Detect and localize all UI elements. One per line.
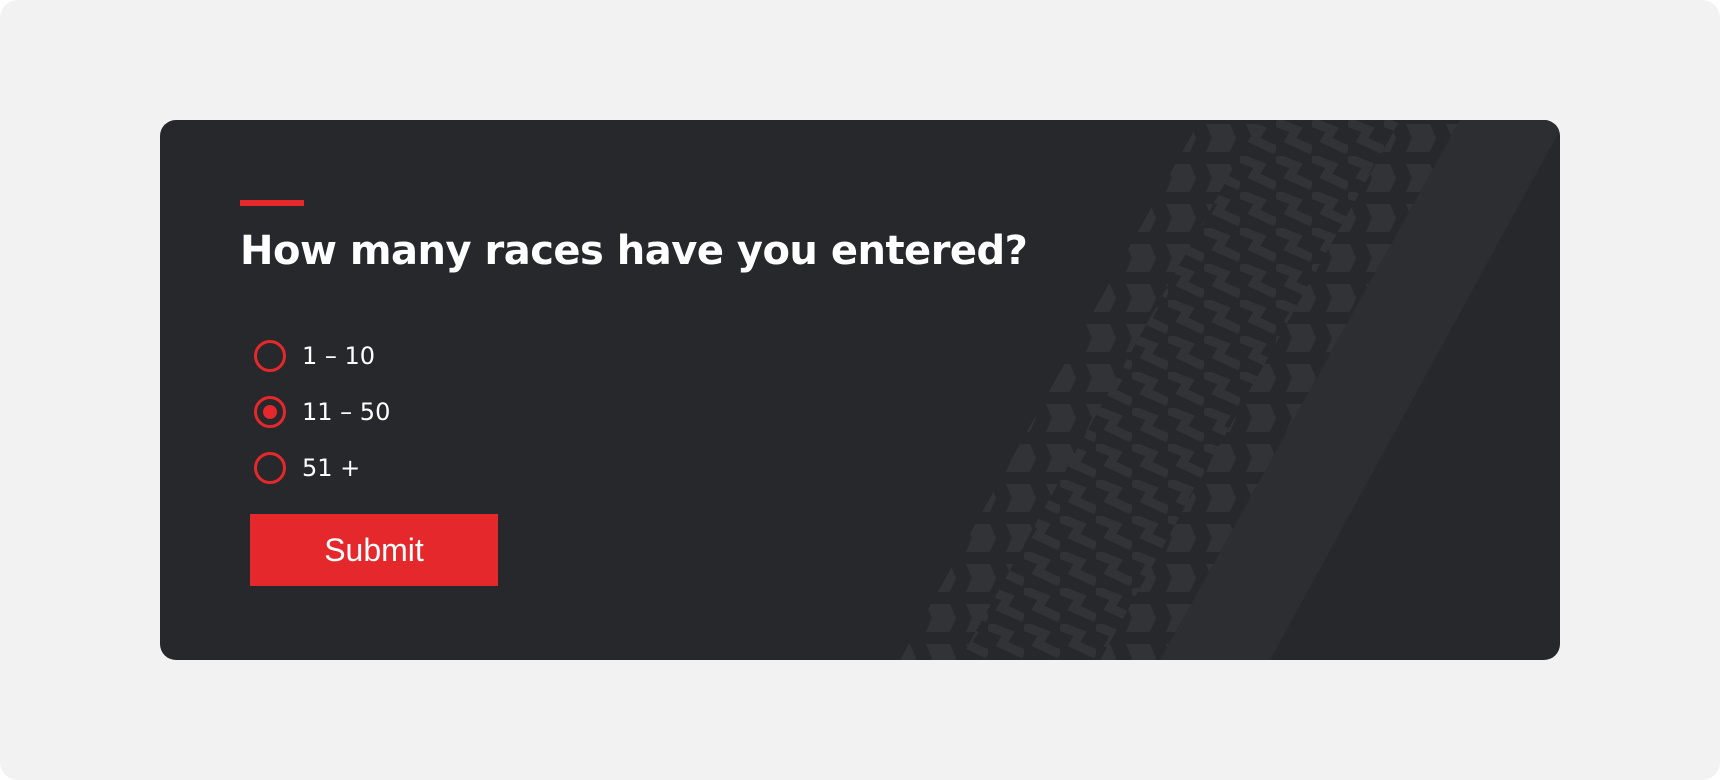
options-group: 1 – 10 11 – 50 51 + xyxy=(254,328,390,496)
option-label: 11 – 50 xyxy=(302,398,391,426)
radio-checked-icon[interactable] xyxy=(254,396,286,428)
option-51-plus[interactable]: 51 + xyxy=(254,440,390,496)
radio-unchecked-icon[interactable] xyxy=(254,340,286,372)
option-11-50[interactable]: 11 – 50 xyxy=(254,384,390,440)
option-label: 51 + xyxy=(302,454,361,482)
accent-bar xyxy=(240,200,304,206)
radio-unchecked-icon[interactable] xyxy=(254,452,286,484)
survey-card: How many races have you entered? 1 – 10 … xyxy=(160,120,1560,660)
page-background: How many races have you entered? 1 – 10 … xyxy=(0,0,1720,780)
submit-button[interactable]: Submit xyxy=(250,514,498,586)
question-heading: How many races have you entered? xyxy=(240,228,1028,274)
option-1-10[interactable]: 1 – 10 xyxy=(254,328,390,384)
option-label: 1 – 10 xyxy=(302,342,376,370)
